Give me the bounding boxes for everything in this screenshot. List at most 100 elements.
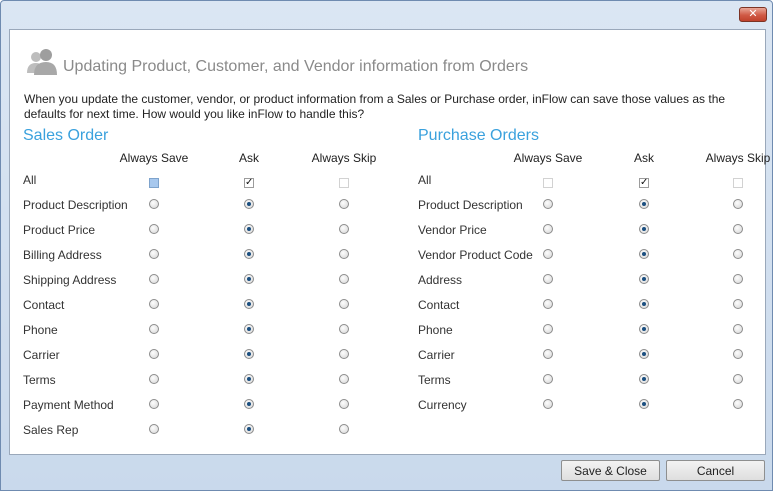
- purchase-radio-0[interactable]: [543, 274, 553, 284]
- purchase-row-label: Vendor Price: [418, 223, 487, 237]
- sales-row-label: Terms: [23, 373, 56, 387]
- purchase-radio-2[interactable]: [733, 224, 743, 234]
- purchase-all-label: All: [418, 173, 432, 187]
- purchase-radio-1[interactable]: [639, 249, 649, 259]
- purchase-radio-2[interactable]: [733, 399, 743, 409]
- purchase-radio-0[interactable]: [543, 349, 553, 359]
- purchase-radio-1[interactable]: [639, 224, 649, 234]
- purchase-row-label: Vendor Product Code: [418, 248, 533, 262]
- sales-radio-1[interactable]: [244, 374, 254, 384]
- purchase-row-label: Carrier: [418, 348, 455, 362]
- sales-radio-0[interactable]: [149, 224, 159, 234]
- sales-radio-1[interactable]: [244, 299, 254, 309]
- purchase-all-checkbox-0: [543, 178, 553, 188]
- purchase-radio-2[interactable]: [733, 349, 743, 359]
- sales-radio-1[interactable]: [244, 249, 254, 259]
- sales-all-checkbox-2: [339, 178, 349, 188]
- purchase-radio-1[interactable]: [639, 199, 649, 209]
- column-header-0: Always Save: [119, 151, 189, 165]
- purchase-radio-2[interactable]: [733, 199, 743, 209]
- sales-radio-1[interactable]: [244, 399, 254, 409]
- sales-radio-2[interactable]: [339, 224, 349, 234]
- purchase-radio-0[interactable]: [543, 249, 553, 259]
- sales-radio-0[interactable]: [149, 199, 159, 209]
- description-text: When you update the customer, vendor, or…: [24, 92, 726, 121]
- purchase-radio-0[interactable]: [543, 299, 553, 309]
- sales-radio-1[interactable]: [244, 324, 254, 334]
- purchase-radio-1[interactable]: [639, 274, 649, 284]
- sales-radio-1[interactable]: [244, 224, 254, 234]
- sales-radio-0[interactable]: [149, 249, 159, 259]
- purchase-row-label: Phone: [418, 323, 453, 337]
- column-header-1: Ask: [633, 151, 655, 165]
- purchase-section-title: Purchase Orders: [418, 127, 539, 144]
- sales-radio-2[interactable]: [339, 249, 349, 259]
- sales-radio-1[interactable]: [244, 199, 254, 209]
- sales-row-label: Product Description: [23, 198, 128, 212]
- sales-row-label: Phone: [23, 323, 58, 337]
- purchase-all-checkbox-1[interactable]: ✓: [639, 178, 649, 188]
- sales-row-label: Product Price: [23, 223, 96, 237]
- page-title: Updating Product, Customer, and Vendor i…: [63, 58, 529, 75]
- column-header-2: Always Skip: [311, 151, 377, 165]
- sales-radio-2[interactable]: [339, 199, 349, 209]
- purchase-radio-2[interactable]: [733, 274, 743, 284]
- sales-all-checkbox-0[interactable]: [149, 178, 159, 188]
- sales-radio-0[interactable]: [149, 349, 159, 359]
- purchase-radio-2[interactable]: [733, 249, 743, 259]
- purchase-row-label: Currency: [418, 398, 467, 412]
- purchase-radio-2[interactable]: [733, 324, 743, 334]
- sales-row-label: Carrier: [23, 348, 60, 362]
- sales-row-label: Sales Rep: [23, 423, 79, 437]
- purchase-radio-1[interactable]: [639, 349, 649, 359]
- purchase-radio-0[interactable]: [543, 399, 553, 409]
- sales-radio-1[interactable]: [244, 274, 254, 284]
- purchase-radio-0[interactable]: [543, 224, 553, 234]
- sales-radio-2[interactable]: [339, 349, 349, 359]
- purchase-radio-1[interactable]: [639, 299, 649, 309]
- purchase-all-checkbox-2: [733, 178, 743, 188]
- sales-radio-2[interactable]: [339, 374, 349, 384]
- sales-row-label: Shipping Address: [23, 273, 117, 287]
- purchase-radio-0[interactable]: [543, 199, 553, 209]
- close-icon: ✕: [748, 8, 758, 20]
- purchase-radio-1[interactable]: [639, 399, 649, 409]
- dialog-window: ✕ Updating Product, Customer, and Vendor…: [0, 0, 773, 491]
- dialog-content: Updating Product, Customer, and Vendor i…: [9, 29, 770, 455]
- sales-section-title: Sales Order: [23, 127, 109, 144]
- purchase-row-label: Terms: [418, 373, 451, 387]
- purchase-radio-2[interactable]: [733, 299, 743, 309]
- column-header-1: Ask: [238, 151, 260, 165]
- purchase-row-label: Contact: [418, 298, 460, 312]
- sales-radio-0[interactable]: [149, 274, 159, 284]
- sales-radio-1[interactable]: [244, 424, 254, 434]
- sales-radio-0[interactable]: [149, 399, 159, 409]
- cancel-button[interactable]: Cancel: [666, 460, 765, 481]
- column-header-0: Always Save: [513, 151, 583, 165]
- purchase-radio-1[interactable]: [639, 324, 649, 334]
- sales-all-label: All: [23, 173, 37, 187]
- sales-radio-0[interactable]: [149, 299, 159, 309]
- purchase-row-label: Address: [418, 273, 463, 287]
- column-header-2: Always Skip: [705, 151, 771, 165]
- sales-radio-0[interactable]: [149, 424, 159, 434]
- sales-radio-2[interactable]: [339, 299, 349, 309]
- sales-radio-2[interactable]: [339, 399, 349, 409]
- purchase-row-label: Product Description: [418, 198, 523, 212]
- sales-radio-0[interactable]: [149, 324, 159, 334]
- sales-row-label: Payment Method: [23, 398, 114, 412]
- purchase-radio-2[interactable]: [733, 374, 743, 384]
- users-icon: [27, 49, 57, 75]
- sales-radio-1[interactable]: [244, 349, 254, 359]
- sales-all-checkbox-1[interactable]: ✓: [244, 178, 254, 188]
- sales-row-label: Billing Address: [23, 248, 102, 262]
- close-button[interactable]: ✕: [739, 7, 767, 22]
- save-close-button[interactable]: Save & Close: [561, 460, 660, 481]
- purchase-radio-0[interactable]: [543, 324, 553, 334]
- purchase-radio-1[interactable]: [639, 374, 649, 384]
- sales-radio-2[interactable]: [339, 324, 349, 334]
- purchase-radio-0[interactable]: [543, 374, 553, 384]
- sales-radio-0[interactable]: [149, 374, 159, 384]
- sales-radio-2[interactable]: [339, 424, 349, 434]
- sales-radio-2[interactable]: [339, 274, 349, 284]
